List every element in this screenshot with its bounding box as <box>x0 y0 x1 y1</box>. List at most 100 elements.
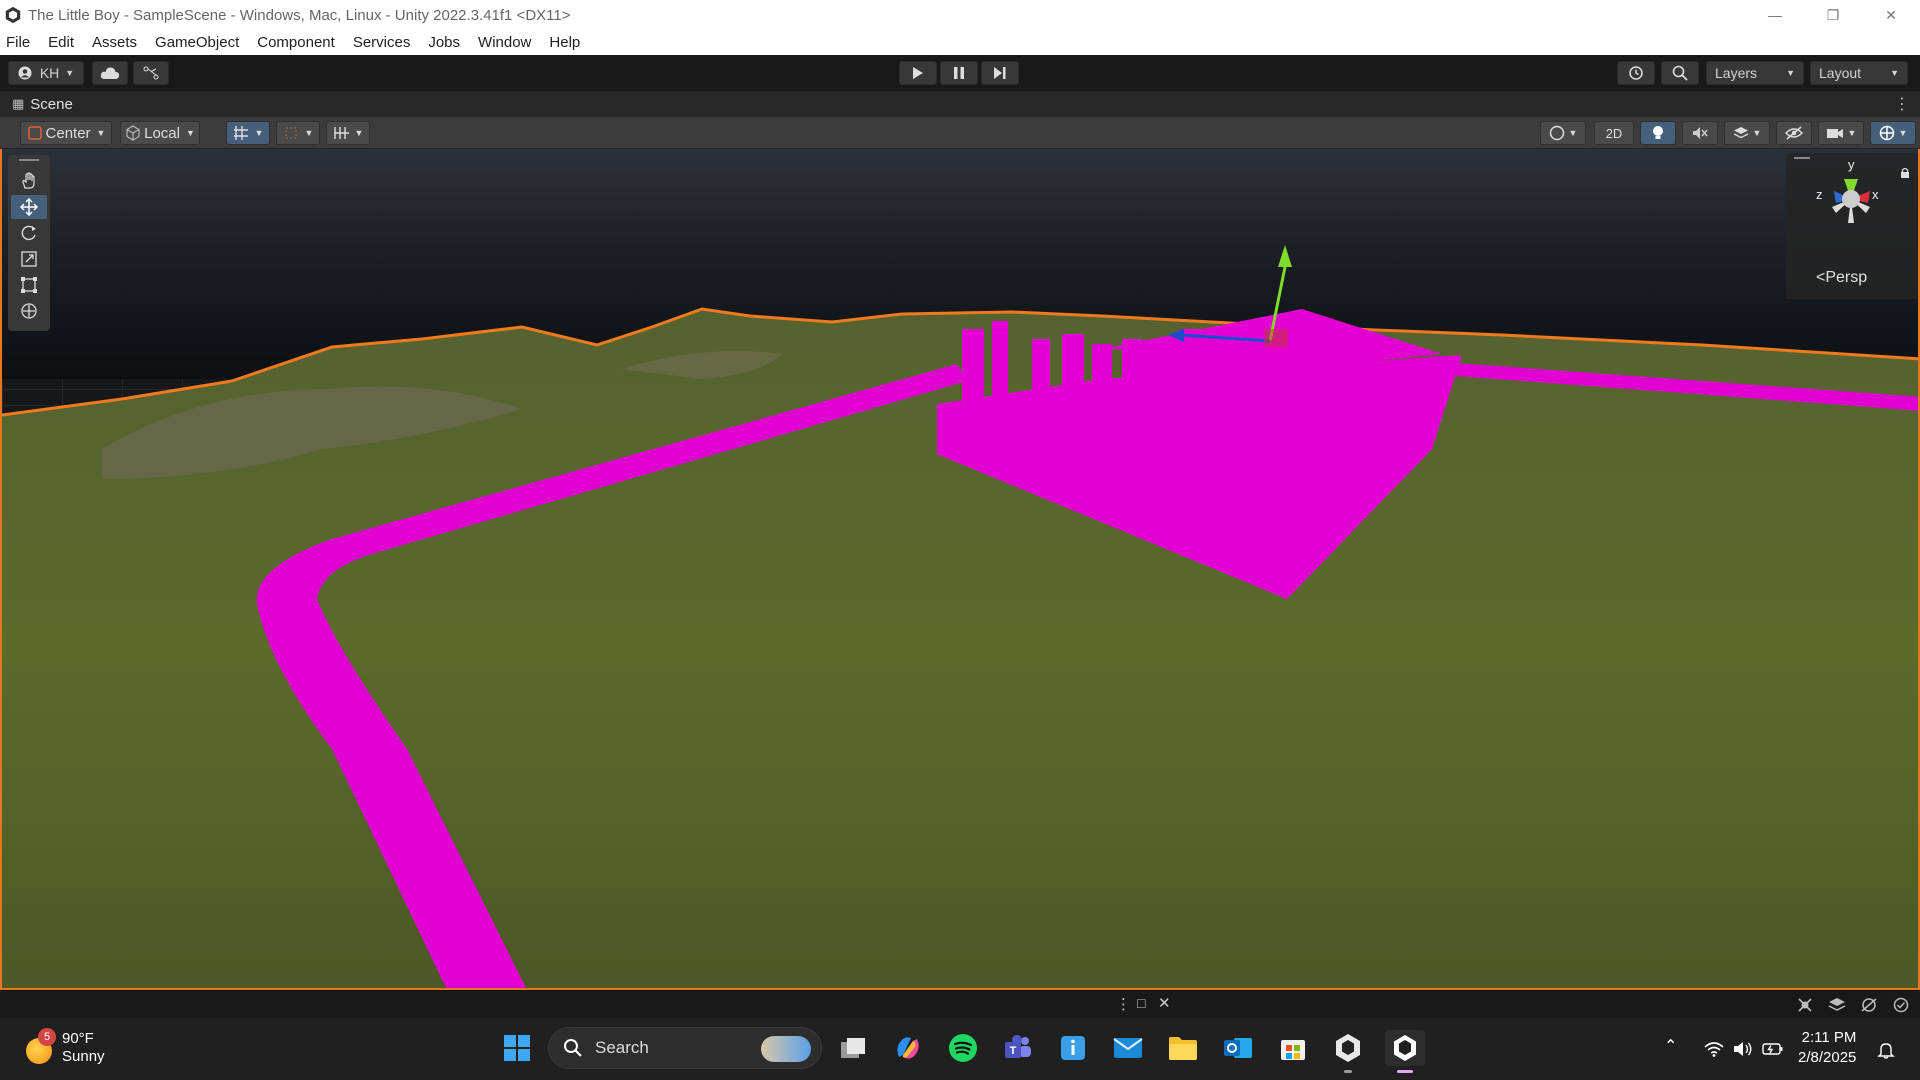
search-highlight-icon <box>761 1036 811 1062</box>
camera-settings-dropdown[interactable]: ▼ <box>1818 121 1864 145</box>
orientation-gizmo[interactable]: y x z <Persp <box>1786 153 1918 299</box>
gizmos-dropdown[interactable]: ▼ <box>1870 121 1916 145</box>
menu-component[interactable]: Component <box>257 34 335 51</box>
layout-label: Layout <box>1819 65 1862 81</box>
play-button[interactable] <box>899 61 937 85</box>
check-circle-icon[interactable] <box>1892 997 1910 1013</box>
account-icon <box>18 66 32 80</box>
hidden-objects-toggle[interactable] <box>1776 121 1812 145</box>
space-dropdown[interactable]: Local ▼ <box>120 121 200 145</box>
menu-gameobject[interactable]: GameObject <box>155 34 239 51</box>
notification-bell-icon[interactable] <box>1877 1041 1895 1059</box>
menu-file[interactable]: File <box>6 34 30 51</box>
step-icon <box>994 67 1006 79</box>
effects-dropdown[interactable]: ▼ <box>1724 121 1770 145</box>
layers-status-icon[interactable] <box>1828 997 1846 1013</box>
mail-icon <box>1113 1038 1143 1058</box>
start-button[interactable] <box>499 1030 535 1066</box>
local-cube-icon <box>126 125 140 141</box>
step-button[interactable] <box>981 61 1019 85</box>
grid-visibility-toggle[interactable]: ▼ <box>326 121 370 145</box>
task-view-button[interactable] <box>836 1030 872 1066</box>
active-indicator <box>1397 1070 1413 1073</box>
pause-button[interactable] <box>940 61 978 85</box>
snap-increment-icon <box>285 127 297 139</box>
transform-tool-button[interactable] <box>11 299 47 323</box>
rotate-tool-button[interactable] <box>11 221 47 245</box>
chevron-down-icon: ▼ <box>254 128 264 138</box>
menu-window[interactable]: Window <box>478 34 531 51</box>
menu-services[interactable]: Services <box>353 34 411 51</box>
pivot-icon <box>27 126 42 140</box>
audio-toggle[interactable] <box>1682 121 1718 145</box>
close-icon[interactable]: ✕ <box>1158 994 1171 1012</box>
microsoft-store-button[interactable] <box>1275 1030 1311 1066</box>
account-dropdown[interactable]: KH ▼ <box>8 61 84 85</box>
menu-help[interactable]: Help <box>549 34 580 51</box>
unity-hub-button[interactable] <box>1330 1030 1366 1073</box>
increment-snap-toggle[interactable]: ▼ <box>276 121 320 145</box>
copilot-button[interactable] <box>890 1030 926 1066</box>
maximize-icon[interactable]: □ <box>1137 995 1145 1011</box>
close-button[interactable]: ✕ <box>1862 0 1920 30</box>
move-arrows-icon <box>20 198 38 216</box>
grid-snap-icon <box>233 126 248 140</box>
layout-dropdown[interactable]: Layout ▼ <box>1810 61 1908 85</box>
info-app-icon <box>1061 1036 1085 1060</box>
draw-mode-dropdown[interactable]: ▼ <box>1540 121 1586 145</box>
layers-dropdown[interactable]: Layers ▼ <box>1706 61 1804 85</box>
projection-toggle[interactable]: <Persp <box>1816 269 1867 287</box>
toggle-2d-button[interactable]: 2D <box>1594 121 1634 145</box>
copilot-icon <box>897 1037 919 1059</box>
minimize-button[interactable]: — <box>1746 0 1804 30</box>
network-off-icon[interactable] <box>1860 997 1878 1013</box>
restore-button[interactable]: ❐ <box>1804 0 1862 30</box>
taskbar-search[interactable]: Search <box>548 1027 822 1069</box>
system-clock[interactable]: 2:11 PM 2/8/2025 <box>1798 1028 1856 1068</box>
outlook-button[interactable] <box>1220 1030 1256 1066</box>
chevron-left-icon: < <box>1816 269 1826 286</box>
lighting-toggle[interactable] <box>1640 121 1676 145</box>
chevron-down-icon: ▼ <box>185 128 195 138</box>
search-button[interactable] <box>1661 61 1699 85</box>
notification-badge: 5 <box>38 1028 56 1046</box>
spotify-button[interactable] <box>945 1030 981 1066</box>
menu-jobs[interactable]: Jobs <box>428 34 460 51</box>
grid-snapping-toggle[interactable]: ▼ <box>226 121 270 145</box>
status-bar: ⋮ □ ✕ <box>0 990 1920 1018</box>
tab-scene[interactable]: Scene <box>30 96 73 113</box>
wifi-icon[interactable] <box>1704 1041 1724 1057</box>
more-options-icon[interactable]: ⋮ <box>1894 94 1910 114</box>
teams-icon: T <box>1005 1035 1031 1058</box>
outlook-icon <box>1224 1038 1252 1058</box>
chevron-up-icon[interactable]: ⌃ <box>1664 1036 1677 1056</box>
menu-edit[interactable]: Edit <box>48 34 74 51</box>
cloud-button[interactable] <box>92 61 128 85</box>
scale-tool-button[interactable] <box>11 247 47 271</box>
menu-assets[interactable]: Assets <box>92 34 137 51</box>
weather-widget[interactable]: 5 90°F Sunny <box>26 1028 105 1066</box>
move-tool-button[interactable] <box>11 195 47 219</box>
chevron-down-icon: ▼ <box>1568 128 1578 138</box>
intel-app-button[interactable] <box>1055 1030 1091 1066</box>
pivot-mode-dropdown[interactable]: Center ▼ <box>20 121 112 145</box>
version-control-button[interactable] <box>133 61 169 85</box>
drag-handle[interactable] <box>1794 157 1810 159</box>
mail-button[interactable] <box>1110 1030 1146 1066</box>
kebab-icon[interactable]: ⋮ <box>1116 995 1131 1013</box>
file-explorer-button[interactable] <box>1165 1030 1201 1066</box>
undo-history-button[interactable] <box>1617 61 1655 85</box>
unity-editor-button[interactable] <box>1385 1030 1425 1073</box>
axis-lock-icon[interactable] <box>1900 167 1910 179</box>
drag-handle[interactable] <box>19 159 39 161</box>
debug-icon[interactable] <box>1796 997 1814 1013</box>
volume-icon[interactable] <box>1733 1041 1753 1057</box>
gizmo-y-label: y <box>1848 157 1855 172</box>
teams-button[interactable]: T <box>1000 1030 1036 1066</box>
scene-viewport[interactable]: y x z <Persp <box>0 149 1920 990</box>
battery-icon[interactable] <box>1762 1041 1784 1057</box>
camera-icon <box>1826 129 1843 138</box>
scale-icon <box>21 251 37 267</box>
rect-tool-button[interactable] <box>11 273 47 297</box>
hand-tool-button[interactable] <box>11 169 47 193</box>
